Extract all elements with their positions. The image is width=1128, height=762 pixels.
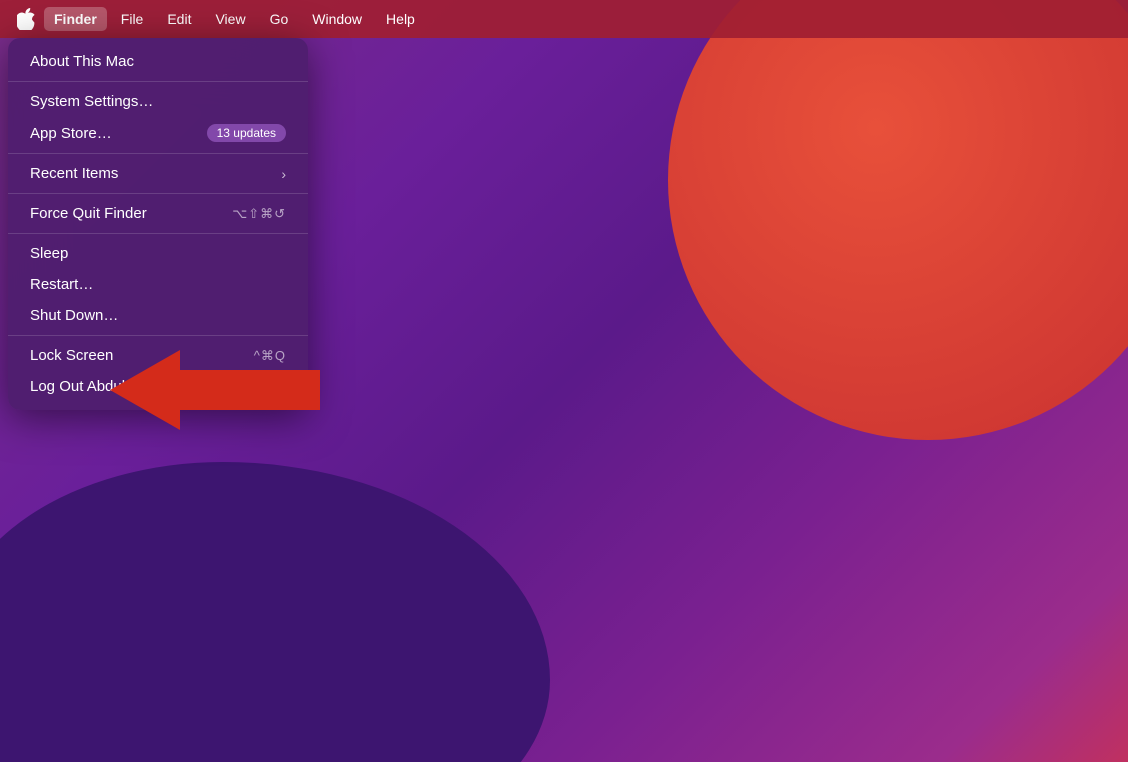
menubar-items: Finder File Edit View Go Window Help	[44, 7, 425, 31]
menu-item-lock-screen[interactable]: Lock Screen ^⌘Q	[12, 340, 304, 371]
menu-item-log-out[interactable]: Log Out Abdul Wahab… ⇧⌘Q	[12, 371, 304, 402]
desktop-blob-purple	[0, 462, 550, 762]
menubar-item-finder[interactable]: Finder	[44, 7, 107, 31]
menubar-item-help[interactable]: Help	[376, 7, 425, 31]
separator-4	[8, 233, 308, 234]
menubar-item-view[interactable]: View	[205, 7, 255, 31]
recent-items-chevron-icon: ›	[281, 166, 286, 182]
app-store-badge: 13 updates	[207, 124, 286, 142]
desktop-blob-coral	[668, 0, 1128, 440]
menubar-item-go[interactable]: Go	[260, 7, 299, 31]
menubar-item-file[interactable]: File	[111, 7, 154, 31]
menu-item-force-quit[interactable]: Force Quit Finder ⌥⇧⌘↺	[12, 198, 304, 229]
lock-screen-shortcut: ^⌘Q	[254, 348, 286, 364]
menu-item-recent-items[interactable]: Recent Items ›	[12, 158, 304, 189]
separator-3	[8, 193, 308, 194]
menu-item-about[interactable]: About This Mac	[12, 46, 304, 77]
menubar-item-window[interactable]: Window	[302, 7, 372, 31]
force-quit-shortcut: ⌥⇧⌘↺	[232, 206, 286, 222]
separator-1	[8, 81, 308, 82]
menu-item-system-settings[interactable]: System Settings…	[12, 86, 304, 117]
apple-menu-button[interactable]	[8, 0, 44, 38]
menubar-item-edit[interactable]: Edit	[157, 7, 201, 31]
log-out-shortcut: ⇧⌘Q	[249, 379, 286, 395]
separator-2	[8, 153, 308, 154]
apple-menu-dropdown: About This Mac System Settings… App Stor…	[8, 38, 308, 410]
menu-item-shut-down[interactable]: Shut Down…	[12, 300, 304, 331]
menu-item-sleep[interactable]: Sleep	[12, 238, 304, 269]
menu-item-restart[interactable]: Restart…	[12, 269, 304, 300]
menu-item-app-store[interactable]: App Store… 13 updates	[12, 117, 304, 149]
separator-5	[8, 335, 308, 336]
menubar: Finder File Edit View Go Window Help	[0, 0, 1128, 38]
